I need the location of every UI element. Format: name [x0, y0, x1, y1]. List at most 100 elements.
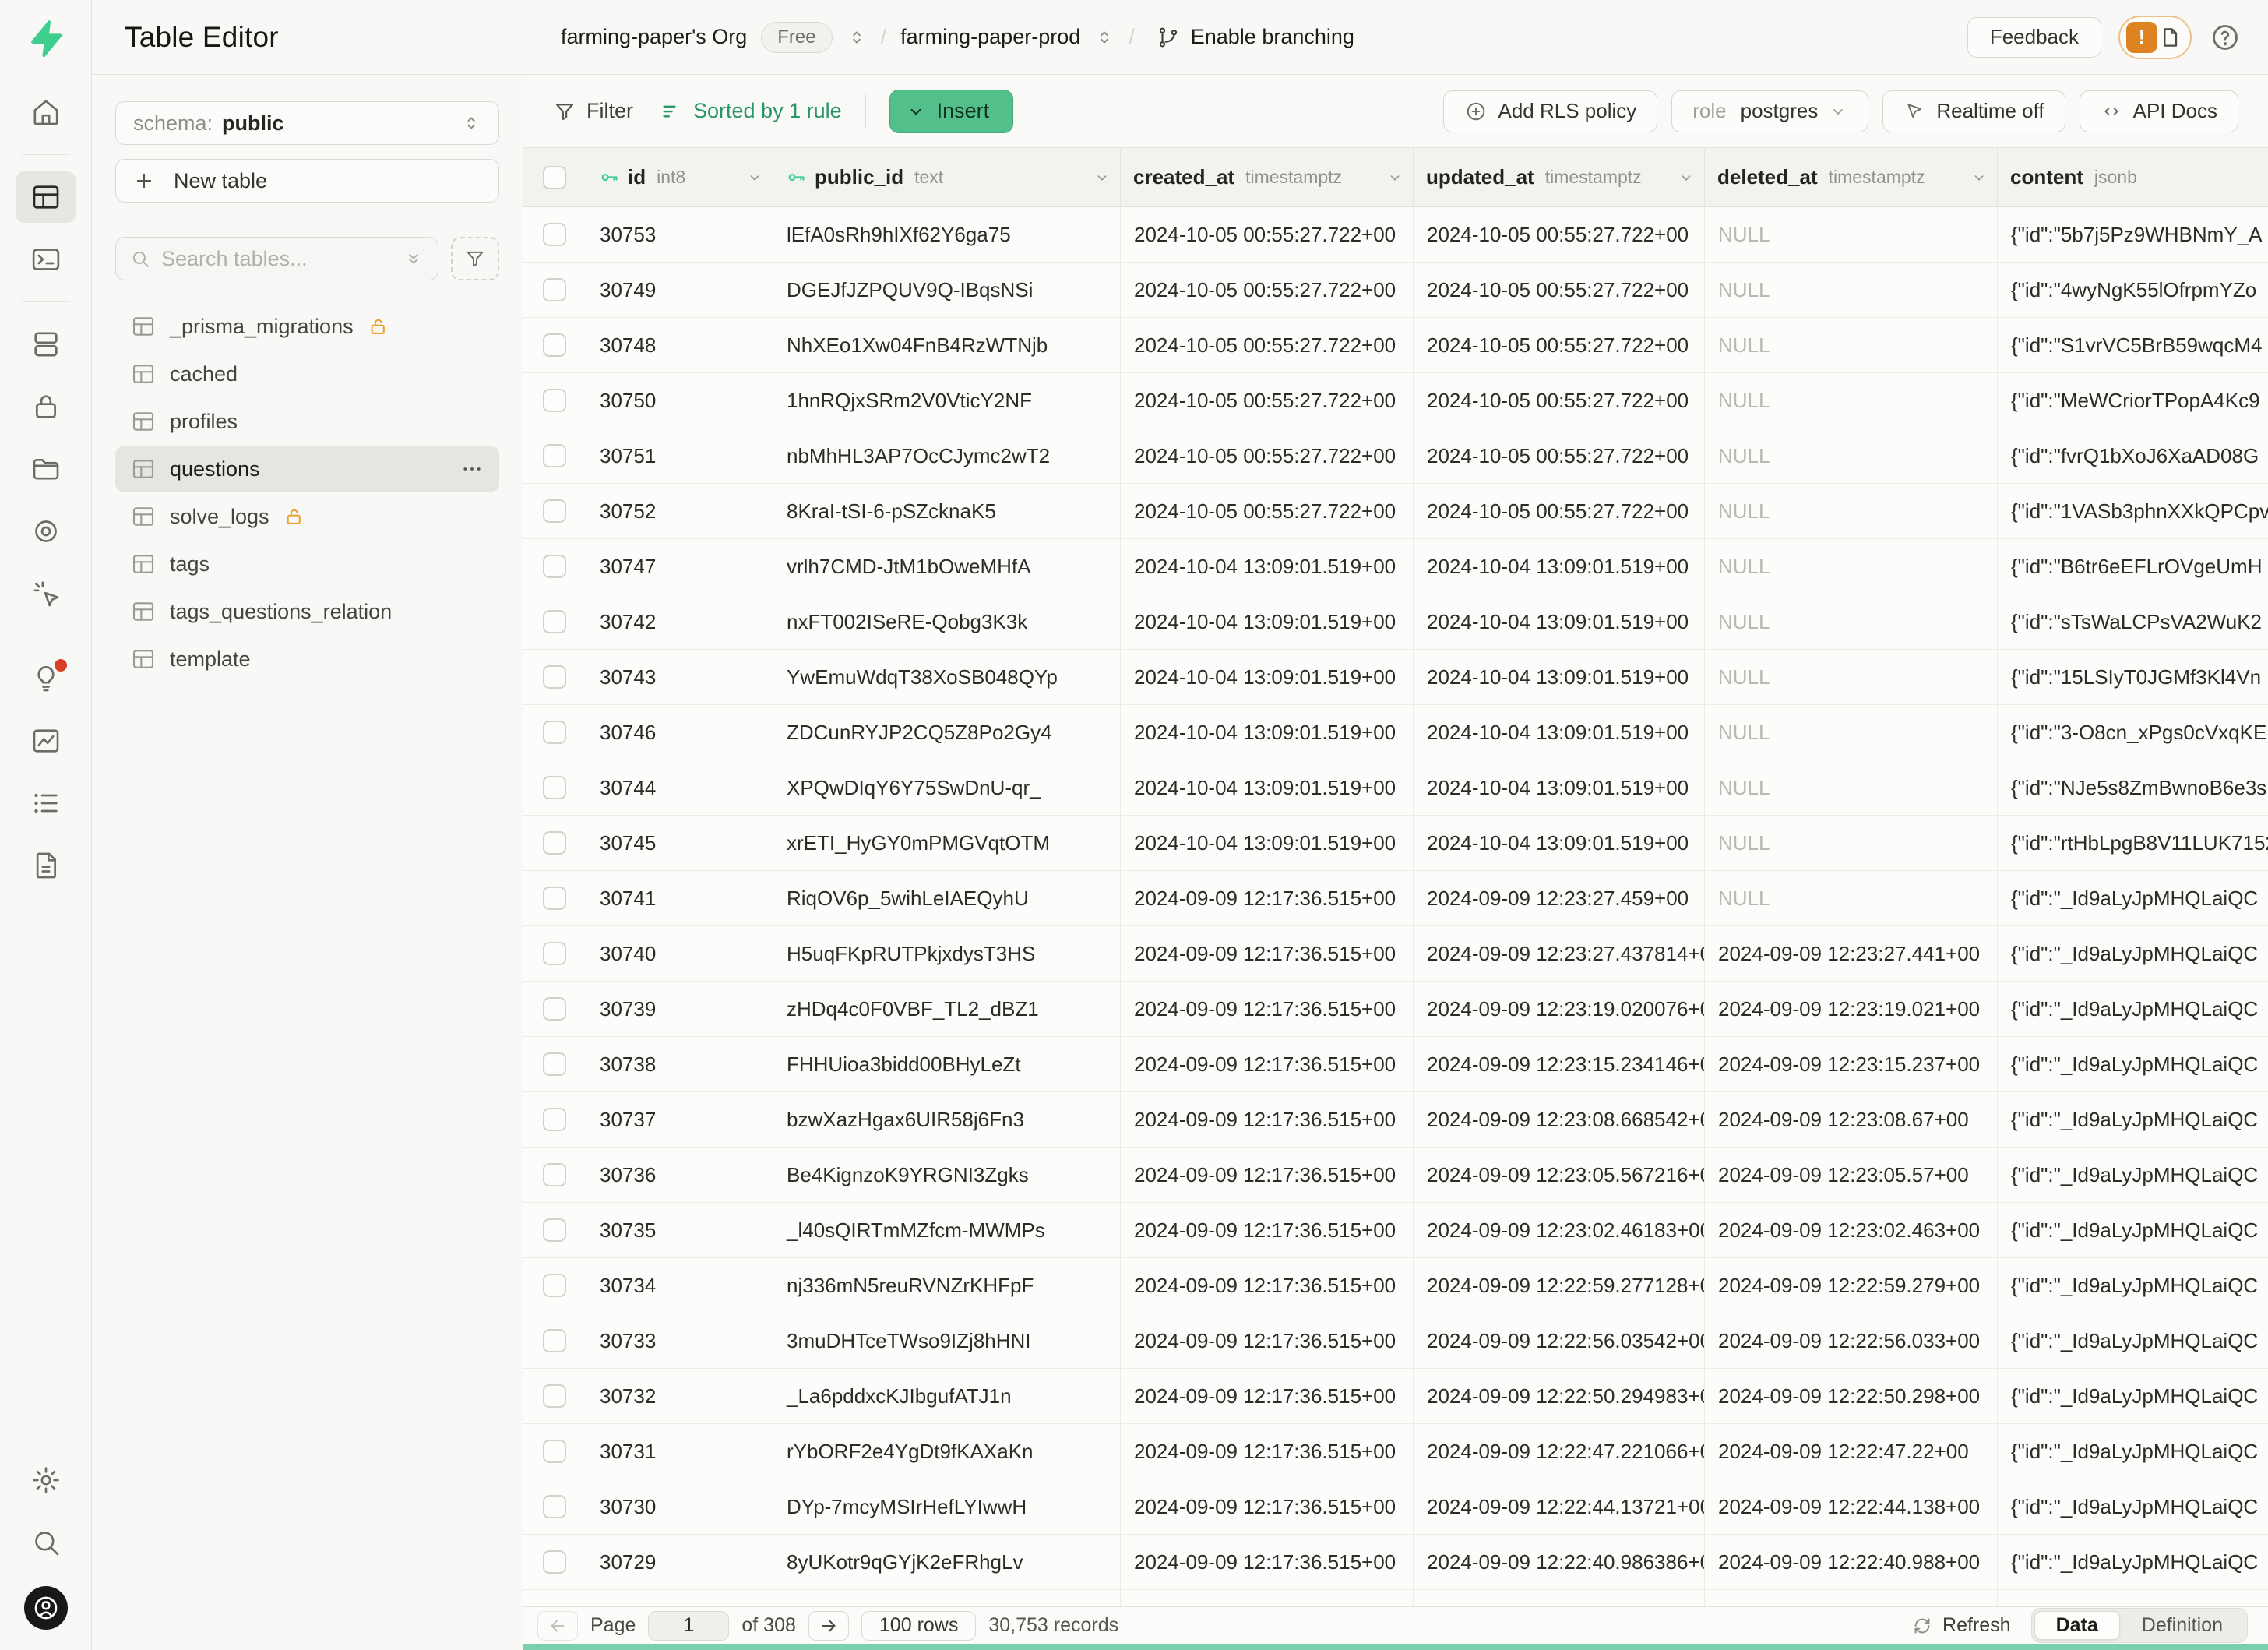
row-checkbox[interactable]: [543, 665, 566, 689]
cell-created_at[interactable]: 2024-10-04 13:09:01.519+00: [1121, 816, 1414, 870]
row-checkbox[interactable]: [543, 1052, 566, 1076]
cell-id[interactable]: 30741: [586, 871, 773, 925]
table-actions-menu[interactable]: [460, 457, 484, 481]
cell-content[interactable]: {"id":"1VASb3phnXXkQPCpv: [1998, 484, 2268, 538]
cell-id[interactable]: 30736: [586, 1148, 773, 1202]
cell-created_at[interactable]: 2024-09-09 12:17:36.515+00: [1121, 1148, 1414, 1202]
cell-id[interactable]: 30740: [586, 926, 773, 981]
cell-id[interactable]: 30745: [586, 816, 773, 870]
cell-created_at[interactable]: 2024-09-09 12:17:36.515+00: [1121, 1479, 1414, 1534]
cell-content[interactable]: {"id":"rtHbLpgB8V11LUK7152: [1998, 816, 2268, 870]
tab-definition[interactable]: Definition: [2120, 1611, 2245, 1640]
filter-tables-button[interactable]: [451, 237, 499, 280]
row-checkbox[interactable]: [543, 444, 566, 467]
row-checkbox[interactable]: [543, 997, 566, 1021]
cell-deleted_at[interactable]: NULL: [1705, 207, 1998, 262]
cell-id[interactable]: 30730: [586, 1479, 773, 1534]
cell-created_at[interactable]: 2024-09-09 12:17:36.515+00: [1121, 1590, 1414, 1606]
cell-updated_at[interactable]: 2024-10-04 13:09:01.519+00: [1414, 816, 1705, 870]
row-checkbox[interactable]: [543, 1108, 566, 1131]
sidebar-item-home[interactable]: [16, 86, 76, 138]
cell-updated_at[interactable]: 2024-09-09 12:22:59.277128+00: [1414, 1258, 1705, 1313]
org-switcher-icon[interactable]: [847, 27, 867, 48]
cell-created_at[interactable]: 2024-10-05 00:55:27.722+00: [1121, 263, 1414, 317]
rows-per-page-button[interactable]: 100 rows: [861, 1611, 976, 1641]
sorted-by-button[interactable]: Sorted by 1 rule: [660, 99, 842, 123]
cell-updated_at[interactable]: 2024-09-09 12:23:27.437814+00: [1414, 926, 1705, 981]
cell-id[interactable]: 30731: [586, 1424, 773, 1479]
cell-public_id[interactable]: lEfA0sRh9hIXf62Y6ga75: [773, 207, 1121, 262]
refresh-button[interactable]: Refresh: [1911, 1614, 2011, 1637]
api-docs-button[interactable]: API Docs: [2080, 90, 2238, 132]
cell-content[interactable]: {"id":"_Id9aLyJpMHQLaiQC: [1998, 1424, 2268, 1479]
cell-deleted_at[interactable]: 2024-09-09 12:23:19.021+00: [1705, 982, 1998, 1036]
cell-id[interactable]: 30746: [586, 705, 773, 760]
cell-created_at[interactable]: 2024-10-05 00:55:27.722+00: [1121, 484, 1414, 538]
table-list-item-_prisma_migrations[interactable]: _prisma_migrations: [115, 304, 499, 349]
cell-content[interactable]: {"id":"sTsWaLCPsVA2WuK2: [1998, 594, 2268, 649]
row-checkbox[interactable]: [543, 278, 566, 301]
row-checkbox[interactable]: [543, 1274, 566, 1297]
cell-updated_at[interactable]: 2024-09-09 12:22:56.03542+00: [1414, 1313, 1705, 1368]
cell-public_id[interactable]: H5uqFKpRUTPkjxdysT3HS: [773, 926, 1121, 981]
sidebar-item-advisors[interactable]: [16, 653, 76, 704]
cell-id[interactable]: 30743: [586, 650, 773, 704]
cell-id[interactable]: 30734: [586, 1258, 773, 1313]
cell-public_id[interactable]: 8KraI-tSI-6-pSZcknaK5: [773, 484, 1121, 538]
cell-content[interactable]: {"id":"_Id9aLyJpMHQLaiQC: [1998, 1479, 2268, 1534]
sidebar-item-logs[interactable]: [16, 777, 76, 829]
cell-content[interactable]: {"id":"_Id9aLyJpMHQLaiQC: [1998, 982, 2268, 1036]
cell-deleted_at[interactable]: 2024-09-09 12:22:37.958+00: [1705, 1590, 1998, 1606]
cell-updated_at[interactable]: 2024-10-04 13:09:01.519+00: [1414, 539, 1705, 594]
cell-id[interactable]: 30732: [586, 1369, 773, 1423]
cell-created_at[interactable]: 2024-09-09 12:17:36.515+00: [1121, 1092, 1414, 1147]
cell-public_id[interactable]: YwEmuWdqT38XoSB048QYp: [773, 650, 1121, 704]
cell-updated_at[interactable]: 2024-09-09 12:23:08.668542+00: [1414, 1092, 1705, 1147]
cell-id[interactable]: 30747: [586, 539, 773, 594]
cell-id[interactable]: 30751: [586, 428, 773, 483]
cell-updated_at[interactable]: 2024-09-09 12:22:50.294983+00: [1414, 1369, 1705, 1423]
cell-created_at[interactable]: 2024-09-09 12:17:36.515+00: [1121, 1424, 1414, 1479]
cell-content[interactable]: {"id":"fvrQ1bXoJ6XaAD08G: [1998, 428, 2268, 483]
cell-updated_at[interactable]: 2024-09-09 12:23:27.459+00: [1414, 871, 1705, 925]
cell-deleted_at[interactable]: NULL: [1705, 263, 1998, 317]
cell-deleted_at[interactable]: 2024-09-09 12:22:56.033+00: [1705, 1313, 1998, 1368]
row-checkbox[interactable]: [543, 776, 566, 799]
user-avatar[interactable]: [24, 1586, 68, 1630]
table-list-item-profiles[interactable]: profiles: [115, 399, 499, 444]
cell-content[interactable]: {"id":"_Id9aLyJpMHQLaiQC: [1998, 1037, 2268, 1091]
realtime-toggle-button[interactable]: Realtime off: [1882, 90, 2065, 132]
cell-public_id[interactable]: DYp-7mcyMSIrHefLYIwwH: [773, 1479, 1121, 1534]
cell-updated_at[interactable]: 2024-09-09 12:22:37.955419+00: [1414, 1590, 1705, 1606]
cell-public_id[interactable]: 0L5BAfDaLDl5rQOiqeKPO: [773, 1590, 1121, 1606]
cell-deleted_at[interactable]: NULL: [1705, 428, 1998, 483]
cell-public_id[interactable]: 3muDHTceTWso9IZj8hHNI: [773, 1313, 1121, 1368]
row-checkbox[interactable]: [543, 1440, 566, 1463]
table-list-item-template[interactable]: template: [115, 636, 499, 682]
cell-id[interactable]: 30737: [586, 1092, 773, 1147]
column-header-content[interactable]: contentjsonb: [1998, 148, 2268, 206]
cell-created_at[interactable]: 2024-09-09 12:17:36.515+00: [1121, 1313, 1414, 1368]
sidebar-item-sql-editor[interactable]: [16, 234, 76, 285]
enable-branching-button[interactable]: Enable branching: [1157, 25, 1354, 49]
row-checkbox[interactable]: [543, 610, 566, 633]
supabase-logo-icon[interactable]: [25, 17, 67, 59]
cell-created_at[interactable]: 2024-10-04 13:09:01.519+00: [1121, 705, 1414, 760]
sidebar-item-api-docs[interactable]: [16, 840, 76, 891]
cell-deleted_at[interactable]: 2024-09-09 12:22:50.298+00: [1705, 1369, 1998, 1423]
new-table-button[interactable]: New table: [115, 159, 499, 203]
cell-deleted_at[interactable]: 2024-09-09 12:23:08.67+00: [1705, 1092, 1998, 1147]
prev-page-button[interactable]: [537, 1611, 578, 1641]
cell-deleted_at[interactable]: 2024-09-09 12:23:02.463+00: [1705, 1203, 1998, 1257]
cell-updated_at[interactable]: 2024-10-04 13:09:01.519+00: [1414, 650, 1705, 704]
cell-deleted_at[interactable]: NULL: [1705, 650, 1998, 704]
insert-button[interactable]: Insert: [889, 90, 1014, 133]
cell-public_id[interactable]: vrlh7CMD-JtM1bOweMHfA: [773, 539, 1121, 594]
search-tables-input[interactable]: Search tables...: [115, 237, 438, 280]
cell-updated_at[interactable]: 2024-09-09 12:23:02.46183+00: [1414, 1203, 1705, 1257]
cell-deleted_at[interactable]: NULL: [1705, 871, 1998, 925]
row-checkbox[interactable]: [543, 831, 566, 855]
cell-deleted_at[interactable]: NULL: [1705, 705, 1998, 760]
cell-content[interactable]: {"id":"_Id9aLyJpMHQLaiQC: [1998, 1148, 2268, 1202]
cell-deleted_at[interactable]: 2024-09-09 12:22:47.22+00: [1705, 1424, 1998, 1479]
